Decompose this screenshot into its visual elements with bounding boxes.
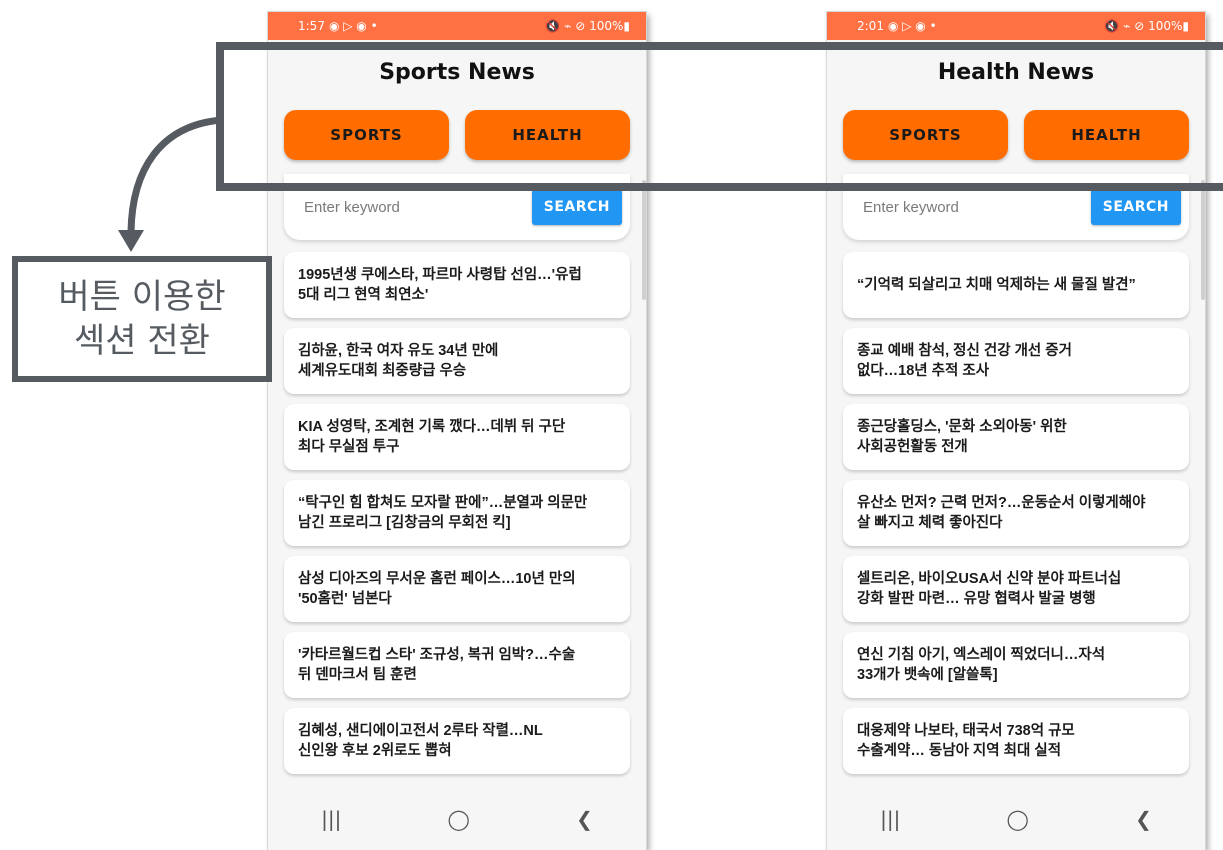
article-card[interactable]: '카타르월드컵 스타' 조규성, 복귀 임박?…수술 뒤 덴마크서 팀 훈련 bbox=[284, 632, 630, 698]
system-status-icons: 🔇 ⌁ ⊘ 100%▮ bbox=[545, 19, 630, 33]
article-card[interactable]: 대웅제약 나보타, 태국서 738억 규모 수출계약… 동남아 지역 최대 실적 bbox=[843, 708, 1189, 774]
recent-apps-icon[interactable]: ||| bbox=[321, 807, 341, 831]
article-card[interactable]: 1995년생 쿠에스타, 파르마 사령탑 선임…'유럽 5대 리그 현역 최연소… bbox=[284, 252, 630, 318]
callout-line-1: 버튼 이용한 bbox=[58, 277, 226, 317]
notification-icons: ◉ ▷ ◉ • bbox=[328, 19, 378, 33]
status-time: 1:57 bbox=[298, 19, 325, 33]
search-input[interactable] bbox=[302, 197, 506, 217]
callout-arrow-icon bbox=[118, 116, 223, 252]
article-list: 1995년생 쿠에스타, 파르마 사령탑 선임…'유럽 5대 리그 현역 최연소… bbox=[284, 252, 630, 774]
status-bar: 1:57 ◉ ▷ ◉ • 🔇 ⌁ ⊘ 100%▮ bbox=[268, 12, 646, 40]
highlight-box bbox=[216, 42, 1223, 191]
home-icon[interactable]: ◯ bbox=[448, 807, 470, 831]
article-card[interactable]: 종근당홀딩스, '문화 소외아동' 위한 사회공헌활동 전개 bbox=[843, 404, 1189, 470]
article-card[interactable]: 종교 예배 참석, 정신 건강 개선 증거 없다…18년 추적 조사 bbox=[843, 328, 1189, 394]
article-card[interactable]: “탁구인 힘 합쳐도 모자랄 판에”…분열과 의문만 남긴 프로리그 [김창금의… bbox=[284, 480, 630, 546]
article-list: “기억력 되살리고 치매 억제하는 새 물질 발견” 종교 예배 참석, 정신 … bbox=[843, 252, 1189, 774]
search-button[interactable]: SEARCH bbox=[531, 189, 622, 225]
recent-apps-icon[interactable]: ||| bbox=[880, 807, 900, 831]
article-card[interactable]: KIA 성영탁, 조계현 기록 깼다…데뷔 뒤 구단 최다 무실점 투구 bbox=[284, 404, 630, 470]
navigation-bar: ||| ◯ ❮ bbox=[268, 788, 646, 850]
callout-box: 버튼 이용한 섹션 전환 bbox=[12, 256, 272, 382]
system-status-icons: 🔇 ⌁ ⊘ 100%▮ bbox=[1104, 19, 1189, 33]
status-bar: 2:01 ◉ ▷ ◉ • 🔇 ⌁ ⊘ 100%▮ bbox=[827, 12, 1205, 40]
status-time: 2:01 bbox=[857, 19, 884, 33]
article-card[interactable]: “기억력 되살리고 치매 억제하는 새 물질 발견” bbox=[843, 252, 1189, 318]
article-card[interactable]: 셀트리온, 바이오USA서 신약 분야 파트너십 강화 발판 마련… 유망 협력… bbox=[843, 556, 1189, 622]
article-card[interactable]: 삼성 디아즈의 무서운 홈런 페이스…10년 만의 '50홈런' 넘본다 bbox=[284, 556, 630, 622]
back-icon[interactable]: ❮ bbox=[1135, 807, 1152, 831]
article-card[interactable]: 연신 기침 아기, 엑스레이 찍었더니…자석 33개가 뱃속에 [알쓸톡] bbox=[843, 632, 1189, 698]
article-card[interactable]: 유산소 먼저? 근력 먼저?…운동순서 이렇게해야 살 빠지고 체력 좋아진다 bbox=[843, 480, 1189, 546]
navigation-bar: ||| ◯ ❮ bbox=[827, 788, 1205, 850]
scrollbar[interactable] bbox=[642, 180, 646, 300]
home-icon[interactable]: ◯ bbox=[1007, 807, 1029, 831]
article-card[interactable]: 김혜성, 샌디에이고전서 2루타 작렬…NL 신인왕 후보 2위로도 뽑혀 bbox=[284, 708, 630, 774]
article-card[interactable]: 김하윤, 한국 여자 유도 34년 만에 세계유도대회 최중량급 우승 bbox=[284, 328, 630, 394]
callout-line-2: 섹션 전환 bbox=[74, 321, 210, 361]
search-button[interactable]: SEARCH bbox=[1090, 189, 1181, 225]
back-icon[interactable]: ❮ bbox=[576, 807, 593, 831]
scrollbar[interactable] bbox=[1201, 180, 1205, 300]
search-input[interactable] bbox=[861, 197, 1065, 217]
notification-icons: ◉ ▷ ◉ • bbox=[887, 19, 937, 33]
